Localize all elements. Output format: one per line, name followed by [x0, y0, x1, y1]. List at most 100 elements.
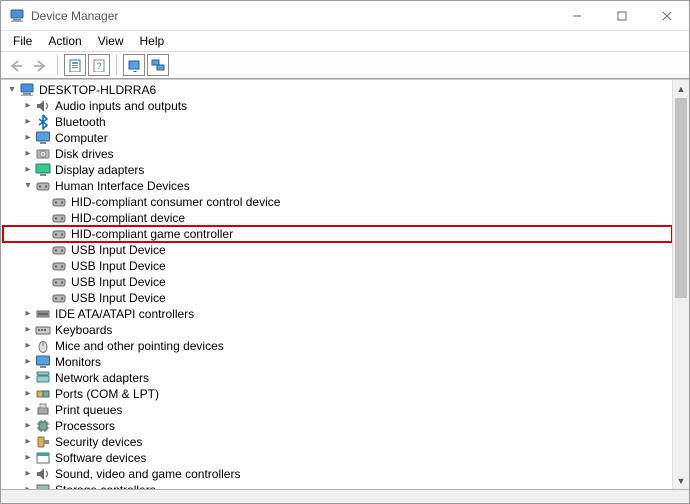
- vertical-scrollbar[interactable]: ▲ ▼: [672, 80, 689, 489]
- tree-label: Network adapters: [55, 370, 149, 386]
- hid-icon: [35, 178, 51, 194]
- category-keyboards[interactable]: ▸ Keyboards: [3, 322, 672, 338]
- category-audio[interactable]: ▸ Audio inputs and outputs: [3, 98, 672, 114]
- tree-label: Display adapters: [55, 162, 144, 178]
- maximize-button[interactable]: [599, 1, 644, 30]
- category-security[interactable]: ▸ Security devices: [3, 434, 672, 450]
- menu-view[interactable]: View: [90, 32, 132, 50]
- tree-root[interactable]: ▾ DESKTOP-HLDRRA6: [3, 82, 672, 98]
- expand-icon[interactable]: ▸: [21, 418, 35, 434]
- tree-label: Bluetooth: [55, 114, 106, 130]
- storage-icon: [35, 482, 51, 489]
- category-bluetooth[interactable]: ▸ Bluetooth: [3, 114, 672, 130]
- category-processors[interactable]: ▸ Processors: [3, 418, 672, 434]
- category-ide[interactable]: ▸ IDE ATA/ATAPI controllers: [3, 306, 672, 322]
- tree-label: HID-compliant consumer control device: [71, 194, 280, 210]
- category-hid[interactable]: ▾ Human Interface Devices: [3, 178, 672, 194]
- toolbar: [1, 51, 689, 79]
- toolbar-separator: [116, 55, 117, 75]
- expand-icon[interactable]: ▸: [21, 162, 35, 178]
- menubar: File Action View Help: [1, 31, 689, 51]
- expand-icon[interactable]: ▸: [21, 322, 35, 338]
- device-hid-consumer[interactable]: HID-compliant consumer control device: [3, 194, 672, 210]
- expand-icon[interactable]: ▸: [21, 450, 35, 466]
- category-ports[interactable]: ▸ Ports (COM & LPT): [3, 386, 672, 402]
- device-hid-device[interactable]: HID-compliant device: [3, 210, 672, 226]
- tree-label: Audio inputs and outputs: [55, 98, 187, 114]
- category-network[interactable]: ▸ Network adapters: [3, 370, 672, 386]
- tree-label: USB Input Device: [71, 290, 166, 306]
- collapse-icon[interactable]: ▾: [5, 82, 19, 98]
- hid-icon: [51, 290, 67, 306]
- printer-icon: [35, 402, 51, 418]
- close-button[interactable]: [644, 1, 689, 30]
- expand-icon[interactable]: ▸: [21, 386, 35, 402]
- scroll-up-button[interactable]: ▲: [673, 80, 689, 97]
- category-storage[interactable]: ▸ Storage controllers: [3, 482, 672, 489]
- scroll-down-button[interactable]: ▼: [673, 472, 689, 489]
- titlebar: Device Manager: [1, 1, 689, 31]
- expand-icon[interactable]: ▸: [21, 338, 35, 354]
- hid-icon: [51, 210, 67, 226]
- network-icon: [35, 370, 51, 386]
- device-usb-input[interactable]: USB Input Device: [3, 242, 672, 258]
- category-disk-drives[interactable]: ▸ Disk drives: [3, 146, 672, 162]
- collapse-icon[interactable]: ▾: [21, 178, 35, 194]
- hid-icon: [51, 258, 67, 274]
- audio-icon: [35, 98, 51, 114]
- tree-label: Computer: [55, 130, 108, 146]
- expand-icon[interactable]: ▸: [21, 434, 35, 450]
- category-sound-video[interactable]: ▸ Sound, video and game controllers: [3, 466, 672, 482]
- minimize-button[interactable]: [554, 1, 599, 30]
- category-software-devices[interactable]: ▸ Software devices: [3, 450, 672, 466]
- category-display-adapters[interactable]: ▸ Display adapters: [3, 162, 672, 178]
- expand-icon[interactable]: ▸: [21, 466, 35, 482]
- devices-printers-button[interactable]: [147, 54, 169, 76]
- scrollbar-thumb[interactable]: [675, 98, 687, 298]
- expand-icon[interactable]: ▸: [21, 402, 35, 418]
- device-usb-input[interactable]: USB Input Device: [3, 274, 672, 290]
- help-button[interactable]: [88, 54, 110, 76]
- menu-action[interactable]: Action: [40, 32, 89, 50]
- tree-label: Security devices: [55, 434, 142, 450]
- hid-icon: [51, 226, 67, 242]
- menu-help[interactable]: Help: [132, 32, 173, 50]
- nav-forward-button[interactable]: [29, 54, 51, 76]
- disk-icon: [35, 146, 51, 162]
- category-computer[interactable]: ▸ Computer: [3, 130, 672, 146]
- bluetooth-icon: [35, 114, 51, 130]
- device-tree[interactable]: ▾ DESKTOP-HLDRRA6 ▸ Audio inputs and out…: [1, 80, 672, 489]
- expand-icon[interactable]: ▸: [21, 146, 35, 162]
- computer-icon: [35, 130, 51, 146]
- hid-icon: [51, 274, 67, 290]
- expand-icon[interactable]: ▸: [21, 130, 35, 146]
- software-icon: [35, 450, 51, 466]
- category-mice[interactable]: ▸ Mice and other pointing devices: [3, 338, 672, 354]
- device-usb-input[interactable]: USB Input Device: [3, 258, 672, 274]
- expand-icon[interactable]: ▸: [21, 482, 35, 489]
- display-adapter-icon: [35, 162, 51, 178]
- expand-icon[interactable]: ▸: [21, 306, 35, 322]
- menu-file[interactable]: File: [5, 32, 40, 50]
- computer-icon: [19, 82, 35, 98]
- tree-label: USB Input Device: [71, 258, 166, 274]
- device-hid-game-controller[interactable]: HID-compliant game controller: [3, 226, 672, 242]
- tree-label: Sound, video and game controllers: [55, 466, 240, 482]
- expand-icon[interactable]: ▸: [21, 370, 35, 386]
- tree-label: Monitors: [55, 354, 101, 370]
- tree-label: Keyboards: [55, 322, 112, 338]
- scan-hardware-button[interactable]: [123, 54, 145, 76]
- tree-label: Print queues: [55, 402, 122, 418]
- category-print-queues[interactable]: ▸ Print queues: [3, 402, 672, 418]
- show-hide-console-button[interactable]: [64, 54, 86, 76]
- expand-icon[interactable]: ▸: [21, 98, 35, 114]
- tree-label: Human Interface Devices: [55, 178, 190, 194]
- expand-icon[interactable]: ▸: [21, 354, 35, 370]
- nav-back-button[interactable]: [5, 54, 27, 76]
- expand-icon[interactable]: ▸: [21, 114, 35, 130]
- keyboard-icon: [35, 322, 51, 338]
- category-monitors[interactable]: ▸ Monitors: [3, 354, 672, 370]
- audio-icon: [35, 466, 51, 482]
- device-usb-input[interactable]: USB Input Device: [3, 290, 672, 306]
- window-title: Device Manager: [31, 9, 554, 23]
